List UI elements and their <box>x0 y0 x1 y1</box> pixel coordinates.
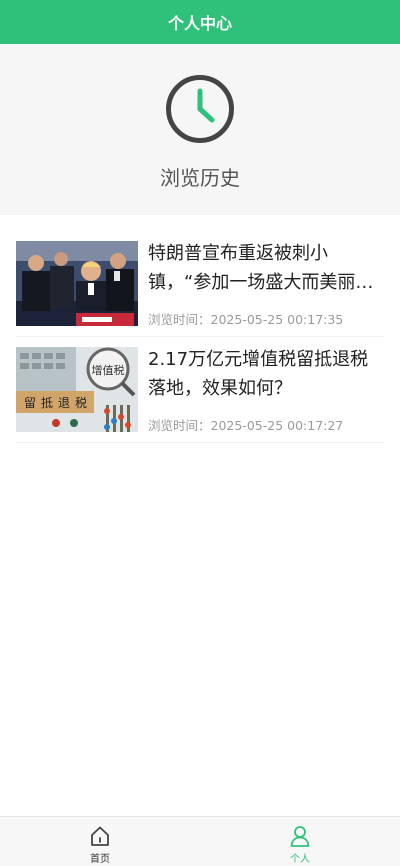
tab-profile[interactable]: 个人 <box>200 817 400 866</box>
list-item[interactable]: 特朗普宣布重返被刺小镇，“参加一场盛大而美丽的集会” 浏览时间：2025-05-… <box>16 231 384 337</box>
browse-time: 浏览时间：2025-05-25 00:17:27 <box>148 418 344 433</box>
thumb-text: 留 <box>24 396 36 410</box>
tab-home[interactable]: 首页 <box>0 817 200 866</box>
list-item[interactable]: 增值税 留 抵 退 税 2.17万亿元增值税留抵退税落地，效果如何？ 浏览时间：… <box>16 337 384 443</box>
news-thumbnail <box>16 241 138 326</box>
history-hero[interactable]: 浏览历史 <box>0 44 400 215</box>
tab-profile-label: 个人 <box>290 854 310 865</box>
thumb-text: 税 <box>75 396 87 410</box>
thumb-text: 抵 <box>41 396 53 410</box>
clock-icon <box>166 75 234 143</box>
bottom-tab-bar: 首页 个人 <box>0 816 400 866</box>
browse-time: 浏览时间：2025-05-25 00:17:35 <box>148 312 344 327</box>
tab-home-label: 首页 <box>90 854 110 865</box>
thumb-text: 退 <box>58 396 70 410</box>
person-icon <box>290 826 310 847</box>
news-title: 特朗普宣布重返被刺小镇，“参加一场盛大而美丽的集会” <box>148 243 374 293</box>
page-title: 个人中心 <box>167 14 232 33</box>
news-title: 2.17万亿元增值税留抵退税落地，效果如何？ <box>148 349 369 399</box>
home-icon <box>91 826 109 846</box>
history-list: 特朗普宣布重返被刺小镇，“参加一场盛大而美丽的集会” 浏览时间：2025-05-… <box>16 231 384 443</box>
news-thumbnail: 增值税 留 抵 退 税 <box>16 347 138 432</box>
top-bar: 个人中心 <box>0 0 400 44</box>
history-label: 浏览历史 <box>160 166 240 190</box>
thumb-text: 增值税 <box>92 363 125 377</box>
